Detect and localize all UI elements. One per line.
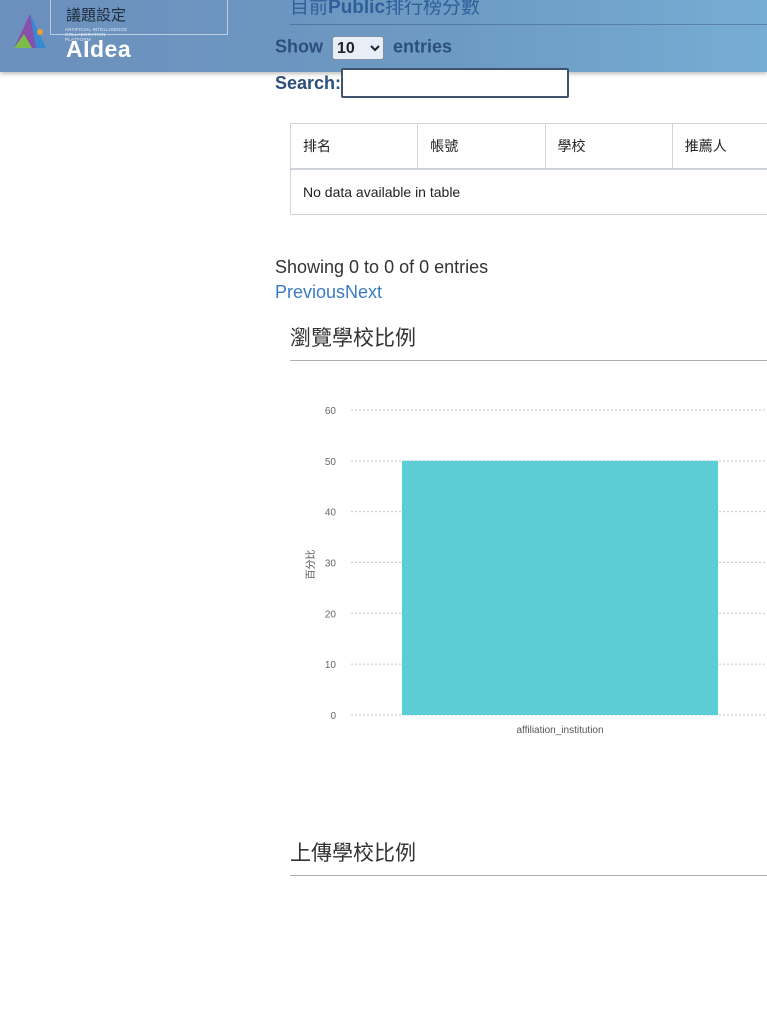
chart-bar: [401, 460, 719, 715]
previous-page-link[interactable]: Previous: [275, 282, 345, 302]
page-length-control: Show 10 entries: [275, 36, 452, 60]
sidebar-item-label: 議題設定: [66, 7, 127, 24]
y-tick-label: 50: [325, 457, 337, 468]
table-search: Search:: [275, 68, 570, 98]
y-axis-title: 百分比: [305, 550, 317, 580]
leaderboard-table: 排名 帳號 學校 推薦人 No data available in table: [289, 123, 767, 215]
y-tick-label: 40: [325, 508, 337, 519]
upload-ratio-title: 上傳學校比例: [290, 837, 767, 876]
heading-suffix: 排行榜分數: [385, 0, 481, 18]
y-tick-label: 20: [325, 609, 337, 620]
leaderboard-table-container: 排名 帳號 學校 推薦人 No data available in table: [289, 123, 767, 215]
y-tick-label: 0: [330, 711, 336, 722]
next-page-link[interactable]: Next: [345, 282, 382, 302]
column-header-rank[interactable]: 排名: [289, 123, 419, 170]
search-label: Search:: [275, 72, 342, 93]
y-tick-label: 60: [325, 406, 337, 417]
entries-label: entries: [393, 36, 453, 57]
logo-text: AIdea: [66, 36, 132, 62]
column-header-school[interactable]: 學校: [544, 123, 673, 170]
browse-ratio-title: 瀏覽學校比例: [290, 322, 767, 361]
column-header-account[interactable]: 帳號: [417, 123, 546, 170]
empty-table-message: No data available in table: [290, 168, 767, 215]
sidebar-item-topic-settings[interactable]: 議題設定: [50, 0, 228, 35]
heading-bold: Public: [328, 0, 386, 18]
page-length-select[interactable]: 10: [332, 36, 385, 60]
table-header-row: 排名 帳號 學校 推薦人: [289, 123, 767, 170]
show-label: Show: [275, 36, 323, 57]
pagination: PreviousNext: [275, 282, 382, 303]
y-tick-label: 30: [325, 559, 337, 570]
leaderboard-heading: 目前Public排行榜分數: [290, 0, 767, 25]
table-row: No data available in table: [290, 168, 767, 215]
table-info: Showing 0 to 0 of 0 entries: [275, 257, 489, 277]
heading-prefix: 目前: [290, 0, 329, 18]
browse-ratio-chart: 0 10 20 30 40 50 60 百分比 affiliation_institution: [305, 406, 767, 736]
search-input[interactable]: [341, 68, 570, 98]
column-header-referrer[interactable]: 推薦人: [671, 123, 767, 170]
x-tick-label: affiliation_institution: [516, 725, 603, 736]
y-tick-label: 10: [325, 660, 337, 671]
